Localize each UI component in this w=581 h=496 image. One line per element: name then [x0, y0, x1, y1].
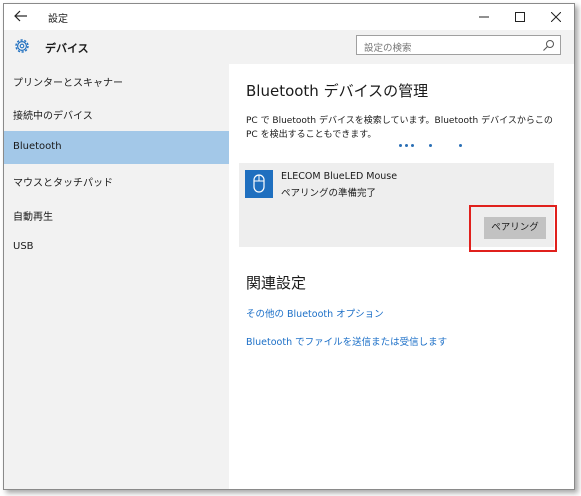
- maximize-button[interactable]: [502, 4, 538, 30]
- link-send-receive-files[interactable]: Bluetooth でファイルを送信または受信します: [246, 334, 447, 348]
- sidebar-item-printers[interactable]: プリンターとスキャナー: [4, 64, 229, 97]
- sidebar-item-label: USB: [13, 241, 34, 252]
- sidebar-item-label: 自動再生: [13, 212, 53, 223]
- progress-dots: [399, 144, 469, 150]
- maximize-icon: [515, 12, 525, 22]
- gear-icon: [15, 39, 29, 53]
- mouse-icon: [245, 170, 273, 198]
- sidebar-title: デバイス: [45, 42, 89, 55]
- content-header: 設定の検索: [229, 30, 574, 64]
- sidebar: デバイス プリンターとスキャナー 接続中のデバイス Bluetooth マウスと…: [4, 30, 229, 489]
- main-content: 設定の検索 Bluetooth デバイスの管理 PC で Bluetooth デ…: [229, 30, 574, 489]
- back-arrow-icon[interactable]: [12, 8, 30, 24]
- progress-dot: [429, 144, 432, 147]
- sidebar-item-connected-devices[interactable]: 接続中のデバイス: [4, 97, 229, 130]
- window-title: 設定: [48, 14, 68, 25]
- search-icon[interactable]: [542, 39, 555, 52]
- device-name: ELECOM BlueLED Mouse: [281, 171, 398, 182]
- sidebar-header: デバイス: [4, 30, 229, 64]
- device-status: ペアリングの準備完了: [281, 188, 377, 199]
- link-more-bluetooth-options[interactable]: その他の Bluetooth オプション: [246, 306, 384, 320]
- sidebar-item-autoplay[interactable]: 自動再生: [4, 198, 229, 231]
- settings-window: 設定 デバイス プリンターとスキャナー 接続中のデバイス Bluetooth マ…: [3, 3, 575, 490]
- search-status-text: PC で Bluetooth デバイスを検索しています。Bluetooth デバ…: [246, 116, 553, 140]
- progress-dot: [405, 144, 408, 147]
- sidebar-item-label: マウスとタッチパッド: [13, 178, 113, 189]
- related-settings-heading: 関連設定: [246, 274, 307, 292]
- sidebar-item-label: 接続中のデバイス: [13, 111, 93, 122]
- page-title: Bluetooth デバイスの管理: [246, 82, 429, 100]
- sidebar-item-label: Bluetooth: [13, 141, 62, 152]
- search-input[interactable]: 設定の検索: [356, 35, 561, 55]
- progress-dot: [399, 144, 402, 147]
- search-placeholder: 設定の検索: [364, 43, 412, 54]
- sidebar-item-bluetooth[interactable]: Bluetooth: [4, 131, 229, 164]
- close-button[interactable]: [538, 4, 574, 30]
- progress-dot: [459, 144, 462, 147]
- sidebar-item-mouse-touchpad[interactable]: マウスとタッチパッド: [4, 164, 229, 197]
- sidebar-item-label: プリンターとスキャナー: [13, 78, 123, 89]
- minimize-button[interactable]: [466, 4, 502, 30]
- minimize-icon: [479, 16, 489, 18]
- sidebar-item-usb[interactable]: USB: [4, 231, 229, 264]
- close-icon: [551, 12, 561, 22]
- title-bar: 設定: [4, 4, 574, 30]
- progress-dot: [411, 144, 414, 147]
- pair-button-highlight: [469, 205, 557, 252]
